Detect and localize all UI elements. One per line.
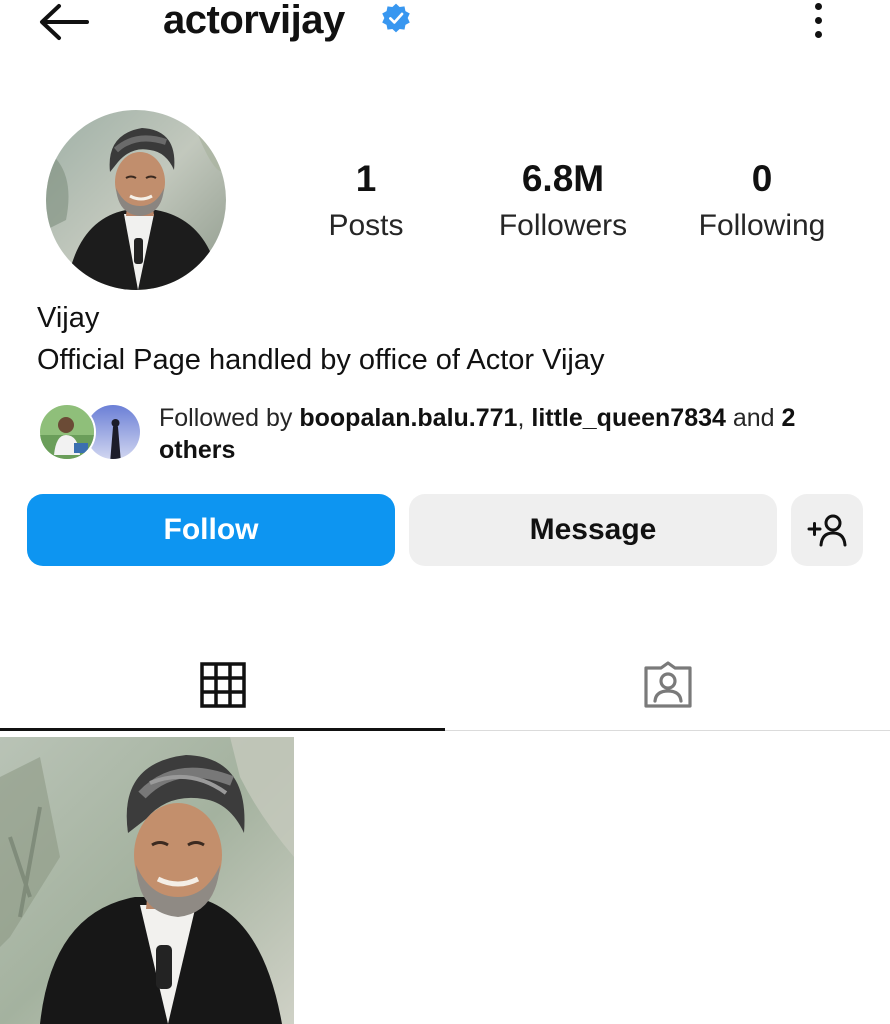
tagged-person-icon	[643, 661, 692, 708]
arrow-left-icon	[40, 4, 89, 40]
following-count[interactable]: 0 Following	[680, 158, 844, 246]
followers-count-value: 6.8M	[521, 158, 605, 199]
tab-tagged[interactable]	[445, 640, 890, 730]
more-options-button[interactable]	[800, 0, 836, 40]
add-person-icon	[807, 514, 847, 547]
mutual-follower-avatar	[38, 403, 96, 461]
top-app-bar: actorvijay	[0, 0, 890, 60]
post-thumbnail[interactable]	[0, 737, 294, 1024]
follow-button[interactable]: Follow	[27, 494, 395, 566]
message-button[interactable]: Message	[409, 494, 777, 566]
back-button[interactable]	[36, 2, 92, 42]
profile-username: actorvijay	[163, 0, 345, 42]
following-count-label: Following	[698, 209, 826, 242]
active-tab-indicator	[0, 728, 445, 731]
more-vertical-icon	[814, 2, 822, 10]
profile-bio: Official Page handled by office of Actor…	[37, 344, 605, 376]
grid-icon	[199, 662, 246, 708]
followed-by-text[interactable]: Followed by boopalan.balu.771, little_qu…	[159, 402, 859, 466]
verified-badge-icon	[382, 3, 410, 33]
tab-divider	[445, 730, 890, 731]
posts-count-label: Posts	[328, 209, 404, 242]
profile-photo	[46, 110, 226, 290]
posts-count-value: 1	[355, 158, 377, 199]
followers-count[interactable]: 6.8M Followers	[473, 158, 653, 246]
following-count-value: 0	[751, 158, 773, 199]
post-image	[0, 737, 294, 1024]
profile-avatar[interactable]	[46, 110, 226, 290]
mutual-follower-link[interactable]: boopalan.balu.771	[299, 404, 517, 432]
posts-count[interactable]: 1 Posts	[306, 158, 426, 246]
suggested-accounts-button[interactable]	[791, 494, 863, 566]
display-name: Vijay	[37, 302, 100, 334]
mutual-follower-link[interactable]: little_queen7834	[531, 404, 726, 432]
mutual-followers-avatars[interactable]	[38, 403, 143, 463]
followers-count-label: Followers	[498, 209, 628, 242]
tab-posts-grid[interactable]	[0, 640, 445, 730]
